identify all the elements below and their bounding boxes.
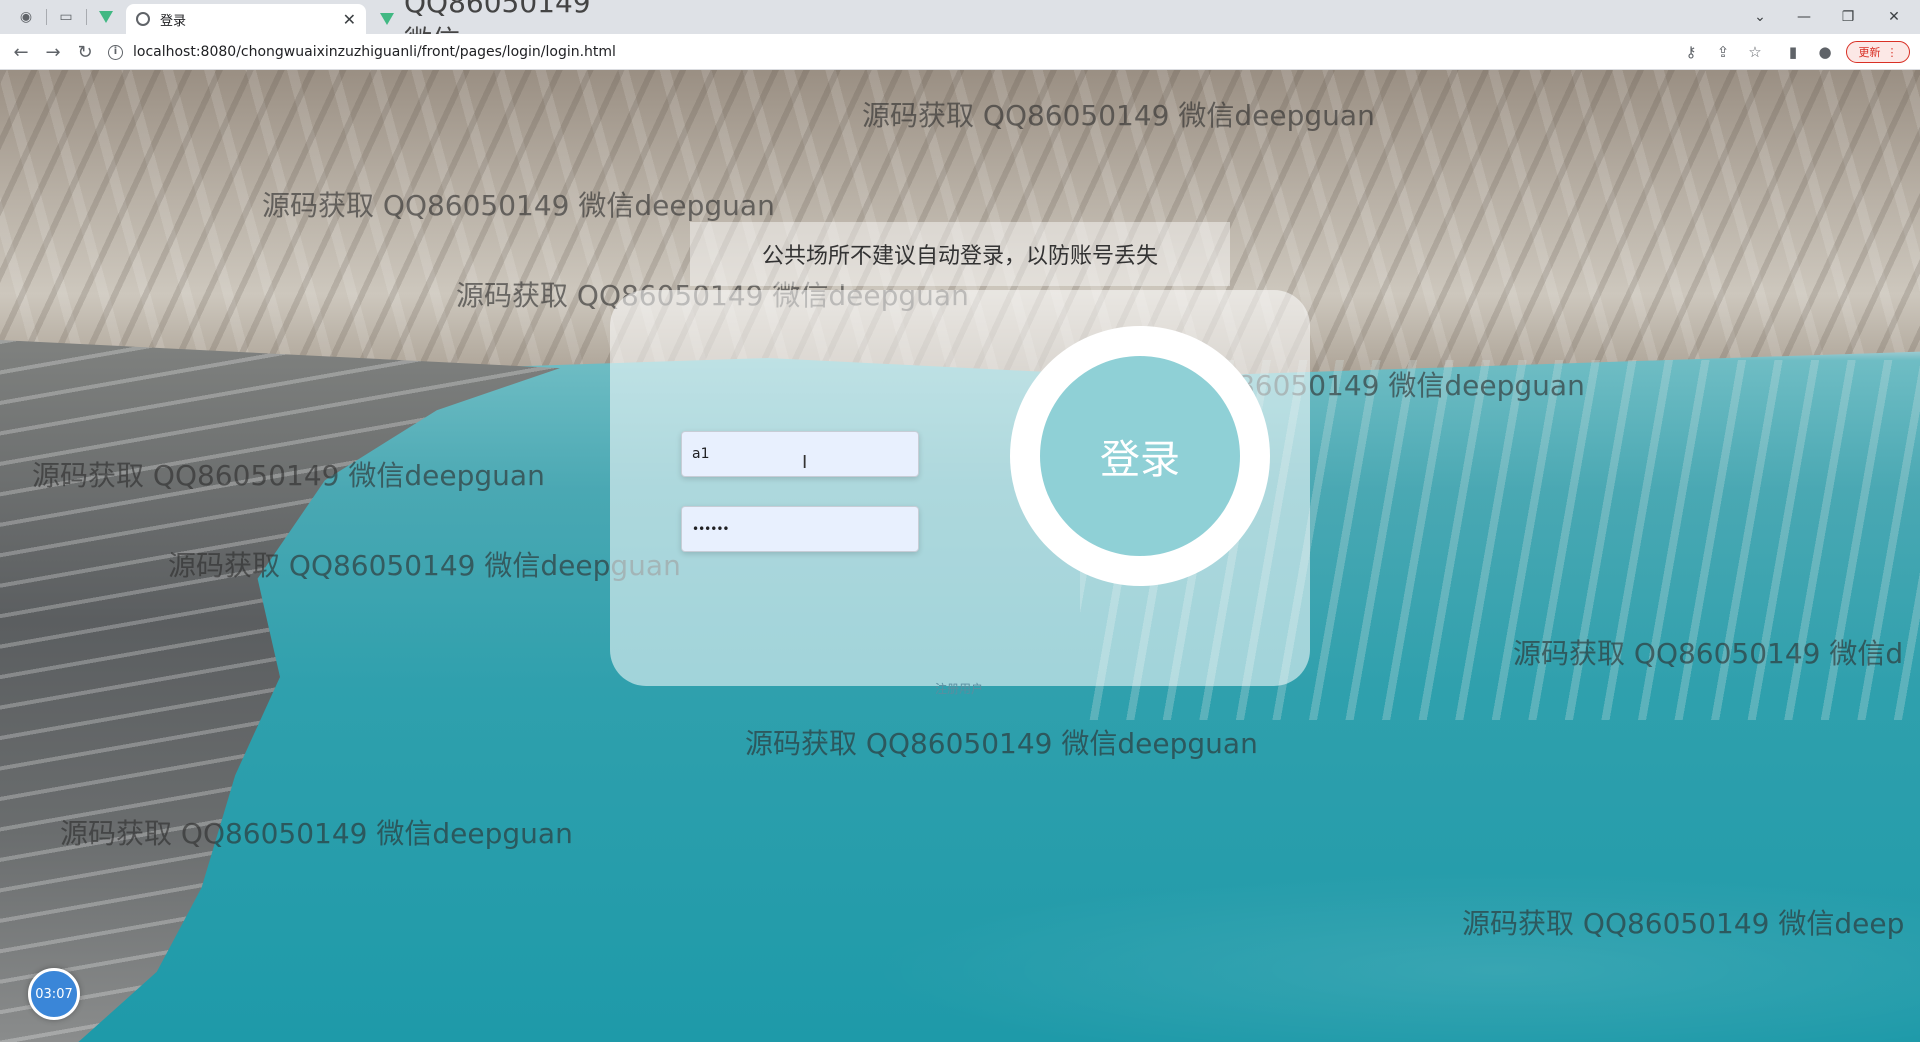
tab-strip: ◉ ▭ 登录 ✕ 源码获取 QQ86050149 微信deepguan ⌄ — … xyxy=(0,0,1920,92)
close-window-button[interactable]: ✕ xyxy=(1872,4,1916,30)
watermark: 源码获取 QQ86050149 微信deepguan xyxy=(60,817,573,850)
globe-icon xyxy=(136,12,150,26)
browser-toolbar: ← → ↻ i localhost:8080/chongwuaixinzuzhi… xyxy=(0,34,1920,70)
vue-icon xyxy=(380,13,394,25)
watermark: 源码获取 QQ86050149 微信deepguan xyxy=(168,549,681,582)
login-button-ring: 登录 xyxy=(1010,326,1270,586)
tab-divider xyxy=(86,9,87,25)
forward-icon[interactable]: → xyxy=(40,40,66,64)
globe-icon: ◉ xyxy=(19,9,33,25)
tab-second[interactable]: 源码获取 QQ86050149 微信deepguan xyxy=(372,0,591,92)
more-menu-icon[interactable]: ⋮ xyxy=(1887,46,1898,59)
watermark: 源码获取 QQ86050149 微信d xyxy=(1513,637,1904,670)
restore-button[interactable]: ❐ xyxy=(1826,4,1870,30)
password-input[interactable]: •••••• xyxy=(681,506,919,552)
back-icon[interactable]: ← xyxy=(8,40,34,64)
pinned-tab-3[interactable] xyxy=(94,6,118,28)
tab-search-icon[interactable]: ⌄ xyxy=(1738,4,1782,30)
url-text: localhost:8080/chongwuaixinzuzhiguanli/f… xyxy=(133,44,616,60)
pinned-tab-1[interactable]: ◉ xyxy=(14,6,38,28)
tab-login[interactable]: 登录 ✕ xyxy=(126,4,366,34)
bookmark-star-icon[interactable]: ☆ xyxy=(1744,42,1766,62)
info-icon[interactable]: i xyxy=(108,44,123,60)
watermark: 源码获取 QQ86050149 微信deep xyxy=(1462,907,1905,940)
blank-page-icon: ▭ xyxy=(59,9,73,25)
watermark: 源码获取 QQ86050149 微信deepguan xyxy=(262,189,775,222)
password-value: •••••• xyxy=(692,522,729,536)
watermark: 源码获取 QQ86050149 微信deepguan xyxy=(862,99,1375,132)
auto-login-notice: 公共场所不建议自动登录，以防账号丢失 xyxy=(690,222,1230,286)
profile-icon[interactable]: ● xyxy=(1814,42,1836,62)
vue-icon xyxy=(99,11,113,23)
side-panel-icon[interactable]: ▮ xyxy=(1782,42,1804,62)
address-bar[interactable]: i localhost:8080/chongwuaixinzuzhiguanli… xyxy=(108,38,1888,66)
register-link[interactable]: 注册用户 xyxy=(935,680,983,697)
update-button[interactable]: 更新 ⋮ xyxy=(1846,41,1910,63)
share-icon[interactable]: ⇪ xyxy=(1712,42,1734,62)
tab-divider xyxy=(46,9,47,25)
shore-backdrop xyxy=(0,340,560,1042)
watermark: 源码获取 QQ86050149 微信deepguan xyxy=(745,727,1258,760)
watermark: 源码获取 QQ86050149 微信deepguan xyxy=(32,459,545,492)
login-button[interactable]: 登录 xyxy=(1040,356,1240,556)
notice-text: 公共场所不建议自动登录，以防账号丢失 xyxy=(761,244,1158,269)
update-label: 更新 xyxy=(1858,46,1881,59)
timer-badge: 03:07 xyxy=(28,968,80,1020)
text-cursor-icon: I xyxy=(802,452,808,473)
pinned-tab-2[interactable]: ▭ xyxy=(54,6,78,28)
tab-title: 登录 xyxy=(160,13,187,29)
close-tab-icon[interactable]: ✕ xyxy=(343,10,356,29)
username-value: a1 xyxy=(692,446,710,462)
minimize-button[interactable]: — xyxy=(1782,4,1826,30)
key-icon[interactable]: ⚷ xyxy=(1680,42,1702,62)
reload-icon[interactable]: ↻ xyxy=(72,40,98,64)
username-input[interactable]: a1 xyxy=(681,431,919,477)
